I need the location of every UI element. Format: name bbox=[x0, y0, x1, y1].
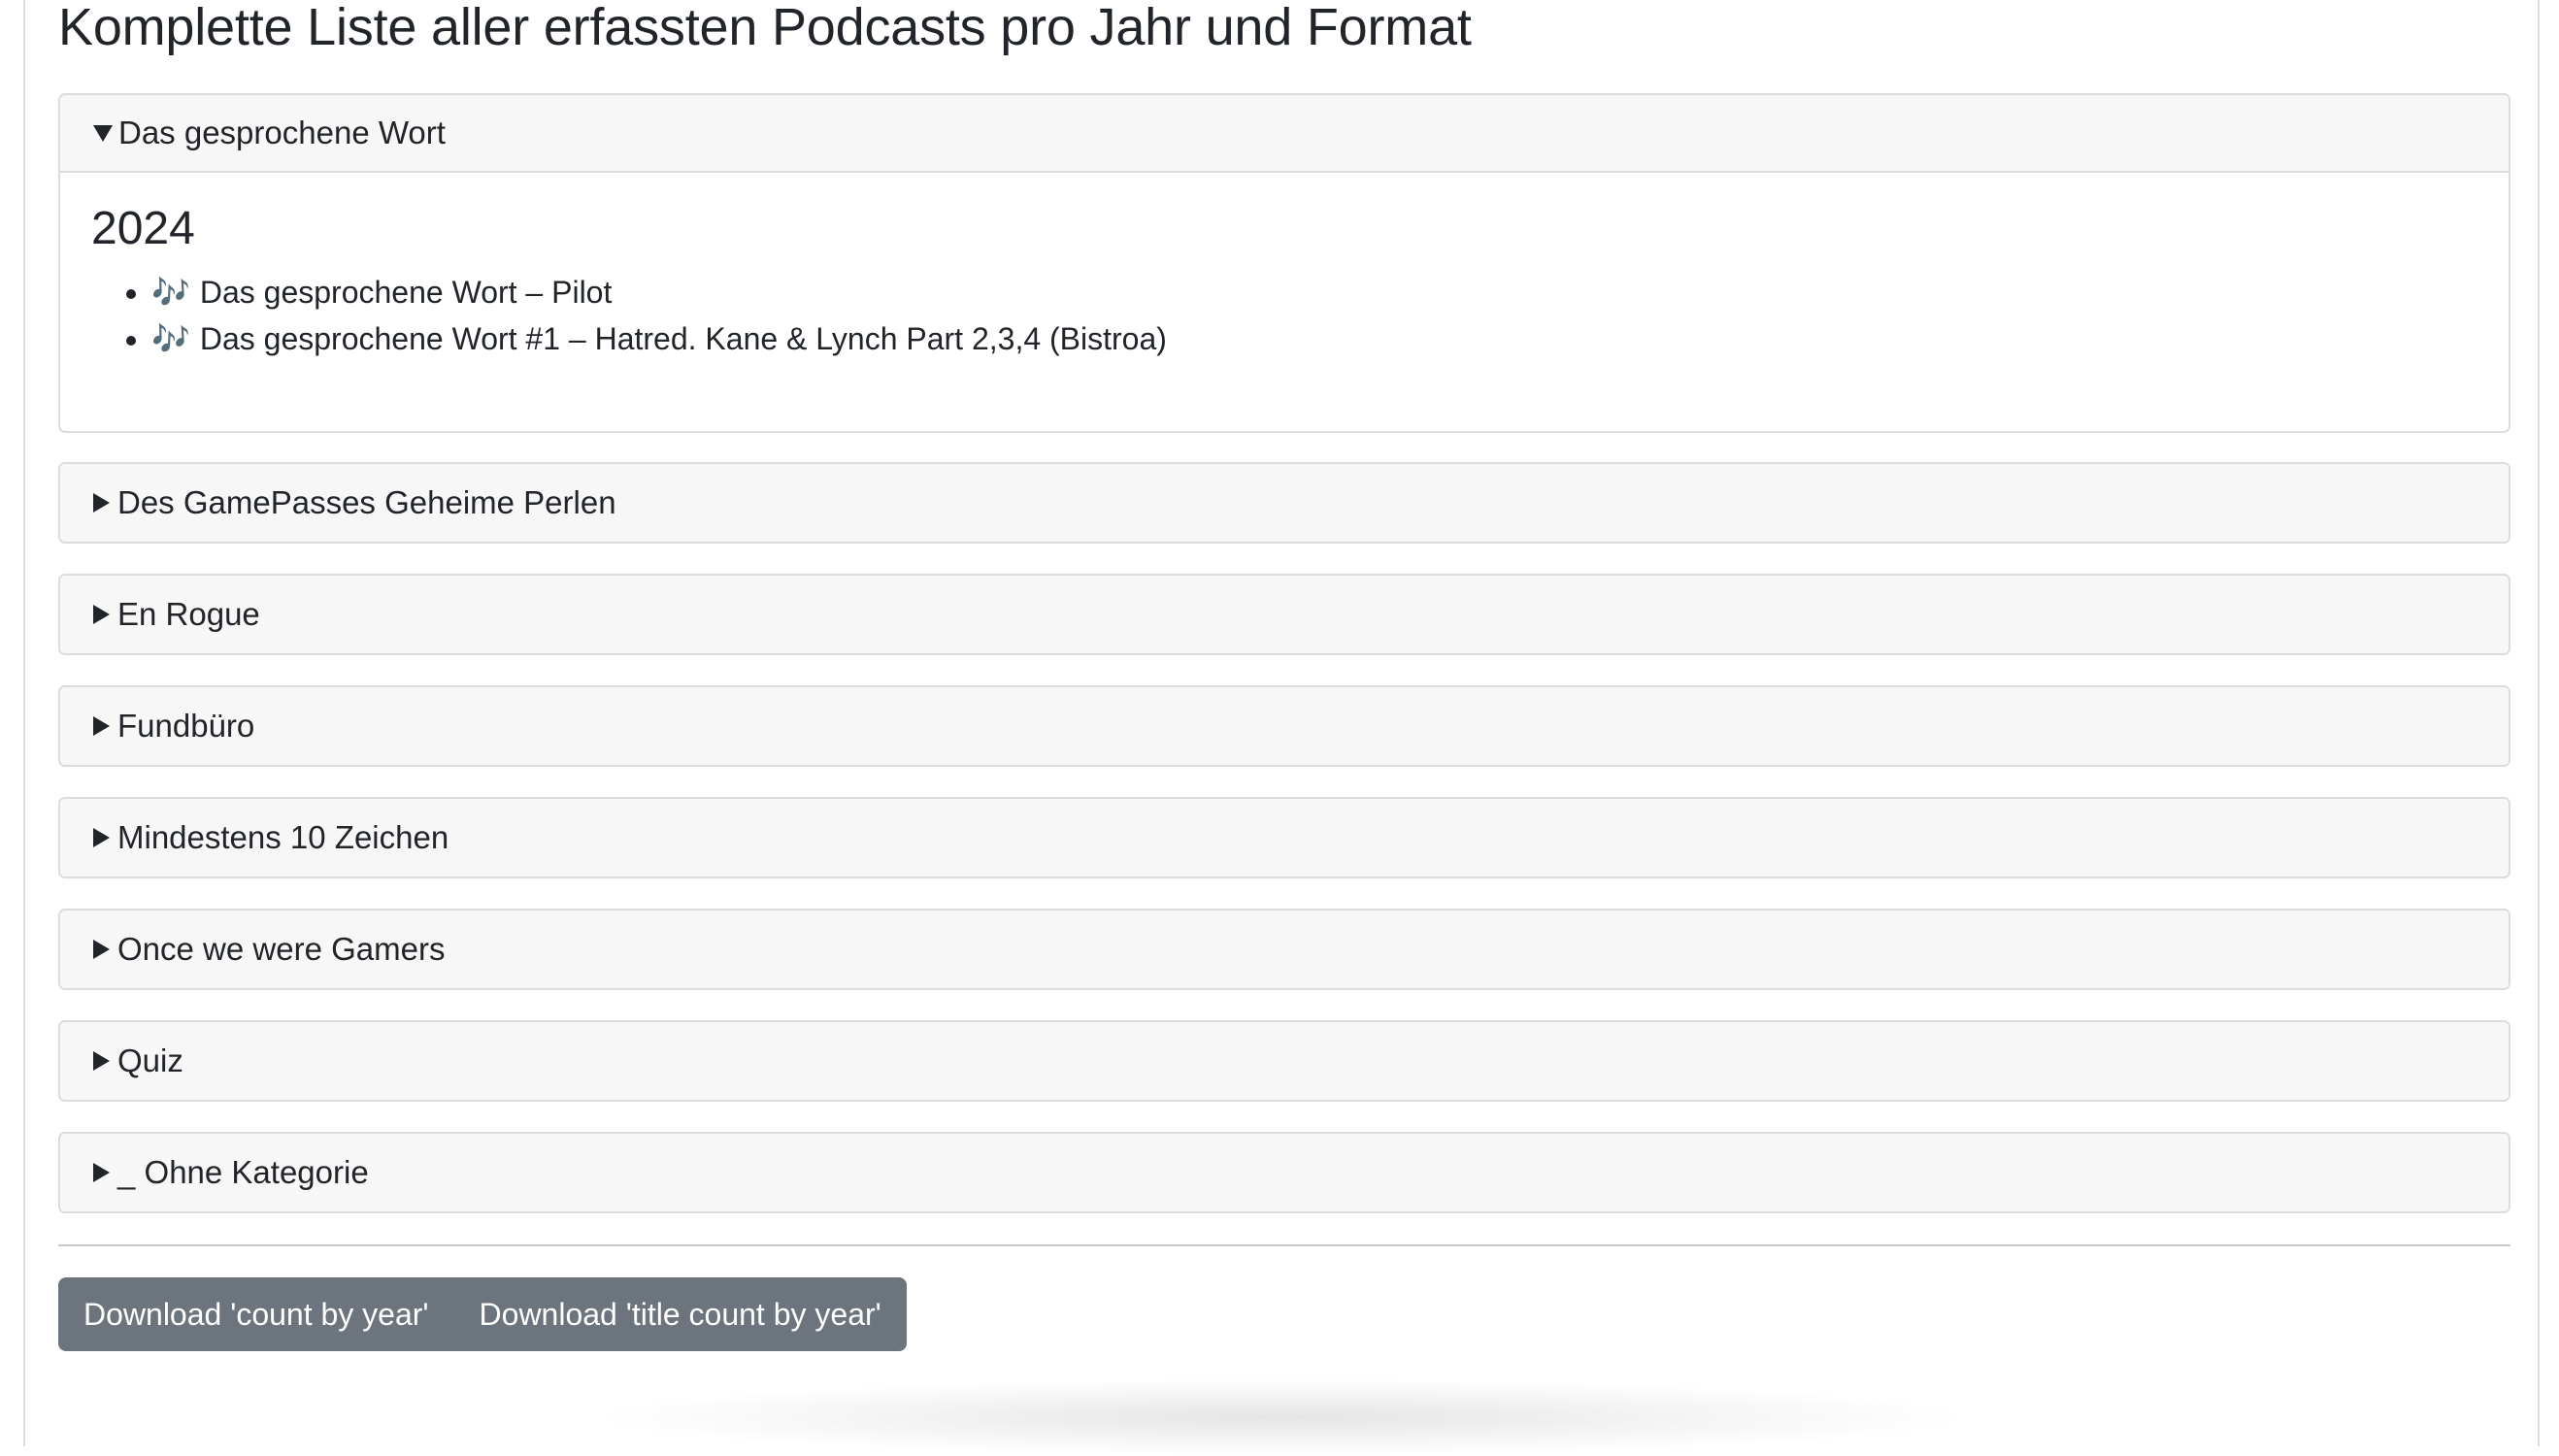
category-des-gamepasses-geheime-perlen: Des GamePasses Geheime Perlen bbox=[58, 462, 2510, 544]
music-notes-icon: 🎶 bbox=[151, 274, 190, 310]
category-label: Mindestens 10 Zeichen bbox=[117, 819, 449, 855]
episode-title: Das gesprochene Wort #1 – Hatred. Kane &… bbox=[199, 320, 1167, 356]
download-button-group: Download 'count by year' Download 'title… bbox=[58, 1277, 907, 1351]
category-das-gesprochene-wort: Das gesprochene Wort 2024 🎶Das gesproche… bbox=[58, 93, 2510, 433]
page-title: Komplette Liste aller erfassten Podcasts… bbox=[58, 0, 1472, 56]
category-summary-fundbuero[interactable]: Fundbüro bbox=[60, 687, 2509, 765]
category-summary-quiz[interactable]: Quiz bbox=[60, 1022, 2509, 1100]
category-summary-once-we-were-gamers[interactable]: Once we were Gamers bbox=[60, 910, 2509, 988]
footer-shadow bbox=[582, 1378, 1980, 1456]
category-label: Fundbüro bbox=[117, 708, 255, 744]
triangle-right-icon bbox=[93, 716, 110, 736]
category-label: Des GamePasses Geheime Perlen bbox=[117, 484, 616, 520]
triangle-down-icon bbox=[93, 124, 113, 142]
category-label: _ Ohne Kategorie bbox=[117, 1154, 369, 1190]
triangle-right-icon bbox=[93, 828, 110, 847]
category-once-we-were-gamers: Once we were Gamers bbox=[58, 909, 2510, 990]
list-item: 🎶Das gesprochene Wort #1 – Hatred. Kane … bbox=[151, 315, 2477, 362]
category-label: En Rogue bbox=[117, 596, 260, 632]
list-item: 🎶Das gesprochene Wort – Pilot bbox=[151, 269, 2477, 315]
triangle-right-icon bbox=[93, 1051, 110, 1071]
category-label: Quiz bbox=[117, 1042, 183, 1078]
triangle-right-icon bbox=[93, 940, 110, 959]
category-fundbuero: Fundbüro bbox=[58, 685, 2510, 767]
category-en-rogue: En Rogue bbox=[58, 574, 2510, 655]
category-quiz: Quiz bbox=[58, 1020, 2510, 1102]
category-ohne-kategorie: _ Ohne Kategorie bbox=[58, 1132, 2510, 1213]
page-container: Komplette Liste aller erfassten Podcasts… bbox=[23, 0, 2540, 1446]
category-label: Once we were Gamers bbox=[117, 931, 446, 967]
category-summary-des-gamepasses-geheime-perlen[interactable]: Des GamePasses Geheime Perlen bbox=[60, 464, 2509, 542]
category-summary-en-rogue[interactable]: En Rogue bbox=[60, 576, 2509, 653]
category-summary-das-gesprochene-wort[interactable]: Das gesprochene Wort bbox=[60, 95, 2509, 173]
download-title-count-by-year-button[interactable]: Download 'title count by year' bbox=[454, 1277, 907, 1351]
category-label: Das gesprochene Wort bbox=[118, 115, 446, 150]
triangle-right-icon bbox=[93, 493, 110, 513]
category-body: 2024 🎶Das gesprochene Wort – Pilot 🎶Das … bbox=[60, 173, 2509, 431]
category-summary-ohne-kategorie[interactable]: _ Ohne Kategorie bbox=[60, 1134, 2509, 1211]
year-heading: 2024 bbox=[91, 203, 195, 254]
episode-title: Das gesprochene Wort – Pilot bbox=[199, 274, 613, 310]
triangle-right-icon bbox=[93, 1163, 110, 1182]
category-summary-mindestens-10-zeichen[interactable]: Mindestens 10 Zeichen bbox=[60, 799, 2509, 877]
section-divider bbox=[58, 1244, 2510, 1246]
music-notes-icon: 🎶 bbox=[151, 320, 190, 356]
episode-list: 🎶Das gesprochene Wort – Pilot 🎶Das gespr… bbox=[91, 269, 2477, 362]
triangle-right-icon bbox=[93, 605, 110, 624]
download-count-by-year-button[interactable]: Download 'count by year' bbox=[58, 1277, 454, 1351]
category-mindestens-10-zeichen: Mindestens 10 Zeichen bbox=[58, 797, 2510, 878]
